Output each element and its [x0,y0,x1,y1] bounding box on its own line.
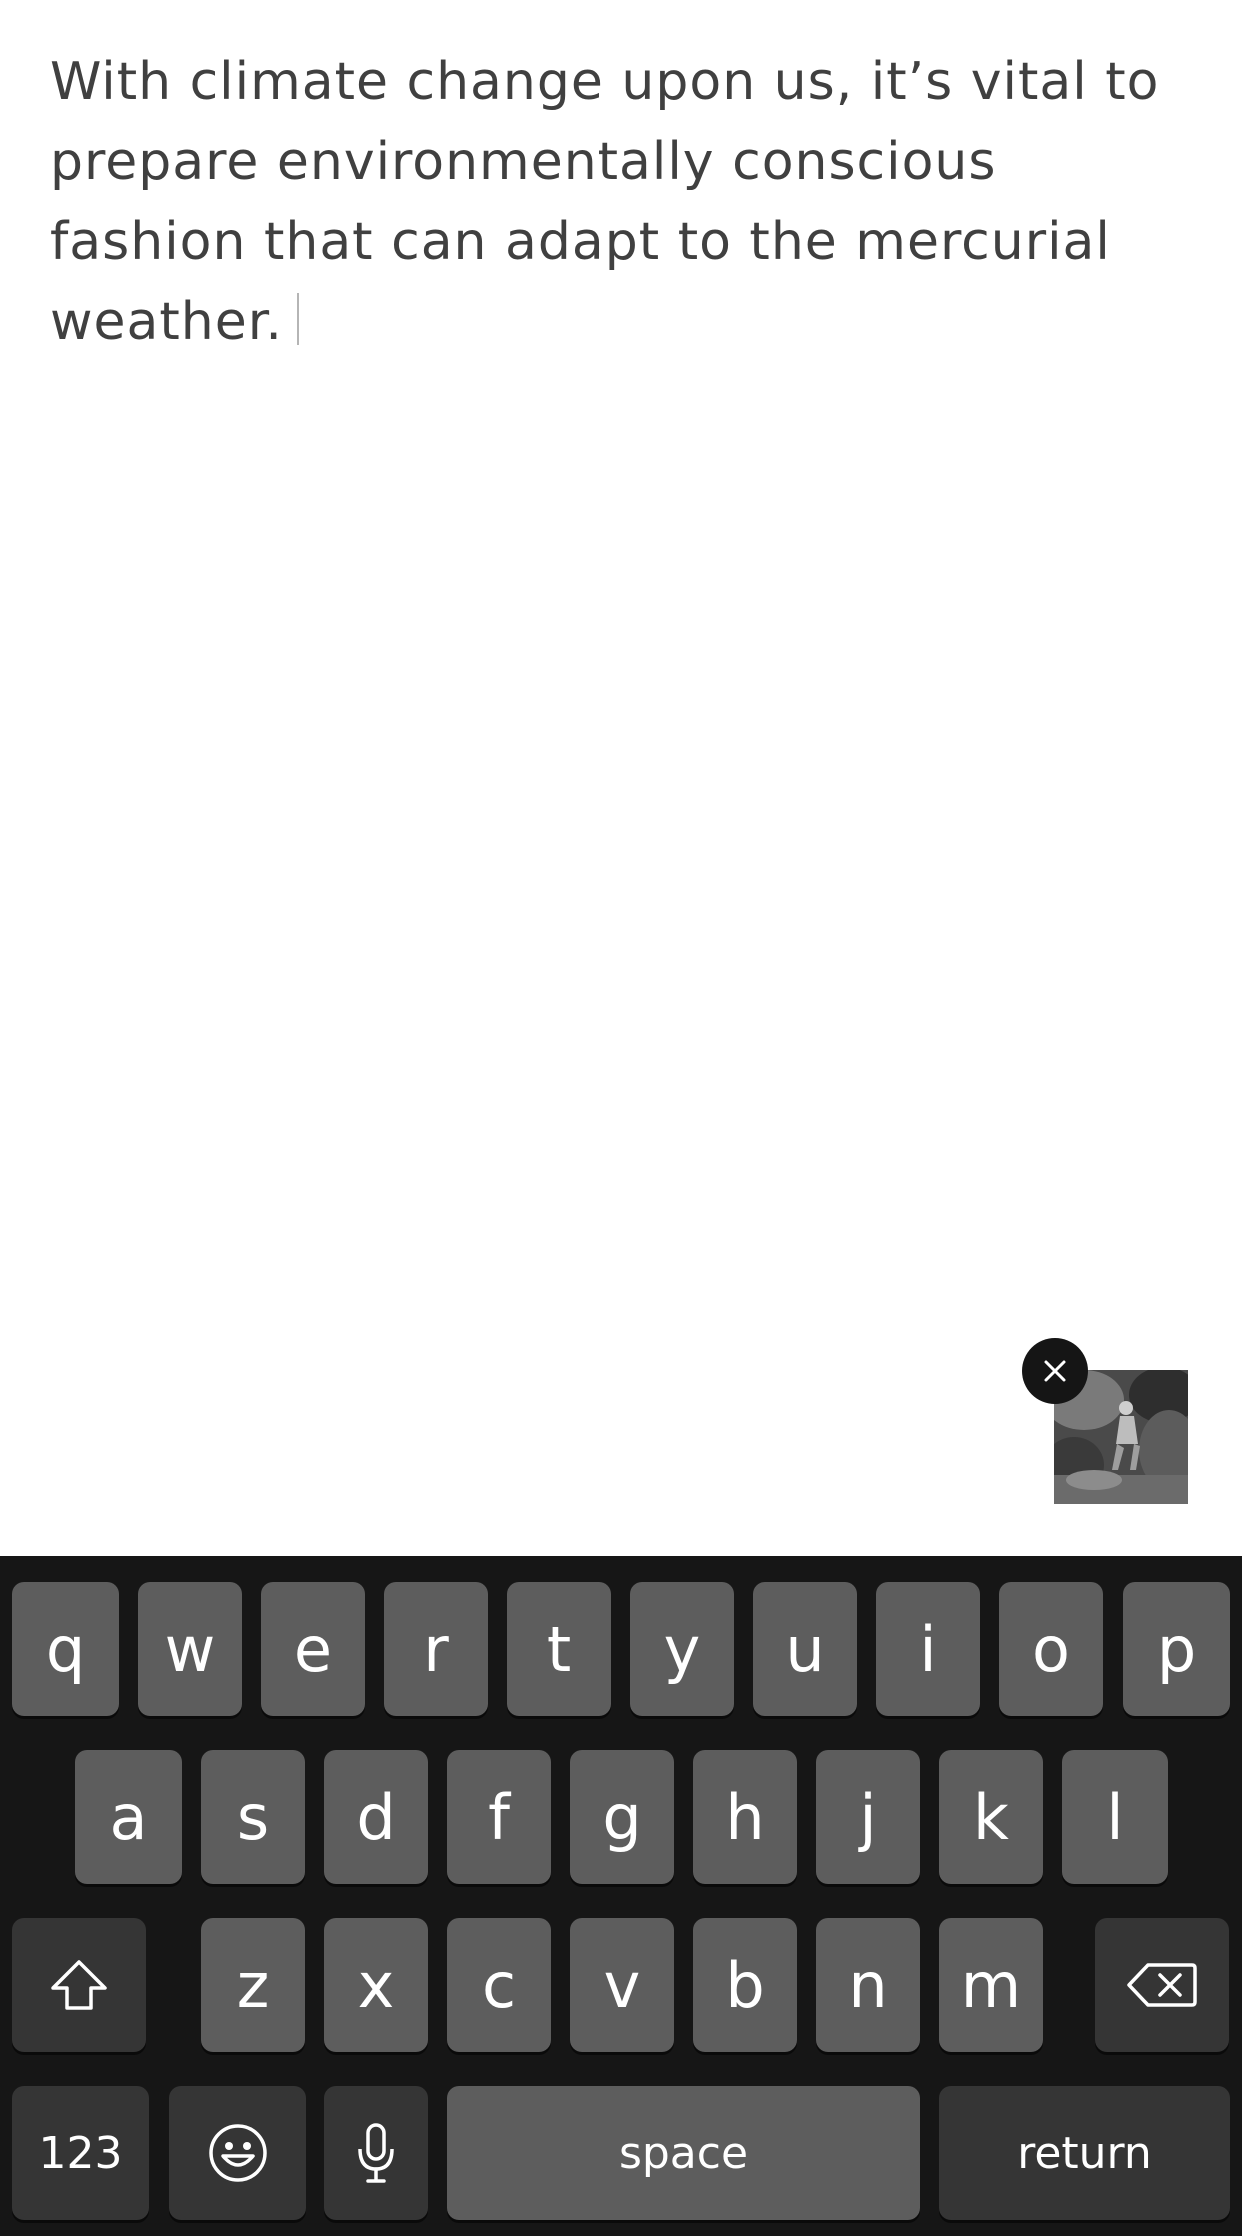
key-a[interactable]: a [75,1750,182,1884]
text-caret [296,293,299,345]
key-d[interactable]: d [324,1750,428,1884]
delete-key[interactable] [1095,1918,1229,2052]
backspace-icon [1127,1963,1197,2007]
key-y[interactable]: y [630,1582,734,1716]
key-v[interactable]: v [570,1918,674,2052]
key-w[interactable]: w [138,1582,242,1716]
emoji-icon [208,2124,267,2182]
key-z[interactable]: z [201,1918,305,2052]
text-editor[interactable]: With climate change upon us, it’s vital … [50,42,1200,362]
key-t[interactable]: t [507,1582,611,1716]
numbers-key[interactable]: 123 [12,2086,149,2220]
key-g[interactable]: g [570,1750,674,1884]
key-h[interactable]: h [693,1750,797,1884]
key-s[interactable]: s [201,1750,305,1884]
key-e[interactable]: e [261,1582,365,1716]
keyboard: q w e r t y u i o p a s d f g h j k l z … [0,1556,1242,2236]
key-u[interactable]: u [753,1582,857,1716]
key-n[interactable]: n [816,1918,920,2052]
key-r[interactable]: r [384,1582,488,1716]
key-m[interactable]: m [939,1918,1043,2052]
shift-key[interactable] [12,1918,146,2052]
key-l[interactable]: l [1062,1750,1168,1884]
dictation-key[interactable] [324,2086,428,2220]
key-b[interactable]: b [693,1918,797,2052]
emoji-key[interactable] [169,2086,306,2220]
remove-attachment-button[interactable] [1022,1338,1088,1404]
key-f[interactable]: f [447,1750,551,1884]
key-k[interactable]: k [939,1750,1043,1884]
key-i[interactable]: i [876,1582,980,1716]
key-o[interactable]: o [999,1582,1103,1716]
key-q[interactable]: q [12,1582,119,1716]
close-icon [1044,1360,1066,1382]
space-key[interactable]: space [447,2086,920,2220]
app-screen: With climate change upon us, it’s vital … [0,0,1242,2236]
shift-icon [51,1960,107,2010]
key-c[interactable]: c [447,1918,551,2052]
editor-text: With climate change upon us, it’s vital … [50,52,1160,352]
return-key[interactable]: return [939,2086,1230,2220]
microphone-icon [358,2123,394,2183]
key-x[interactable]: x [324,1918,428,2052]
key-p[interactable]: p [1123,1582,1230,1716]
key-j[interactable]: j [816,1750,920,1884]
